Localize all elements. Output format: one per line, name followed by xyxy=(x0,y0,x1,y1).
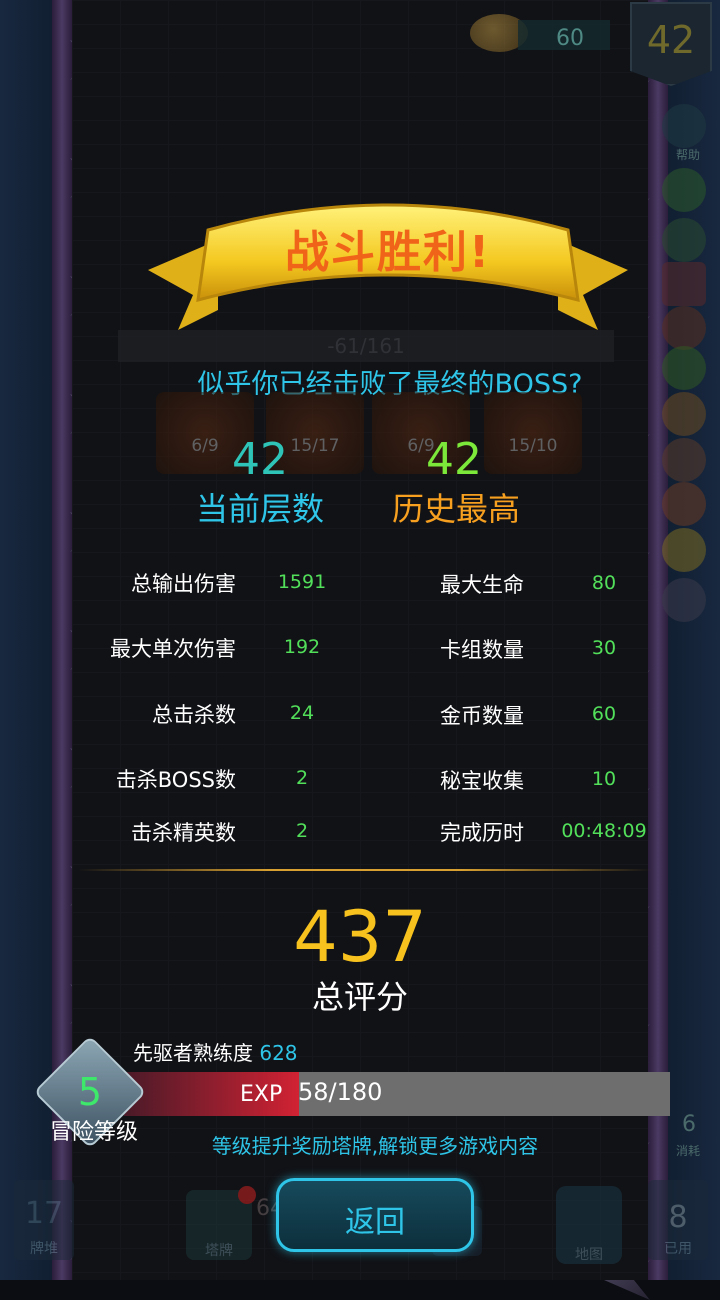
mastery-value: 628 xyxy=(259,1041,298,1065)
current-floor-value: 42 xyxy=(232,434,288,485)
victory-title: 战斗胜利! xyxy=(284,227,492,278)
stat-value-deck-size: 30 xyxy=(591,637,617,659)
stat-value-max-hp: 80 xyxy=(591,572,617,594)
deck-count: 17 xyxy=(24,1196,64,1231)
boot-icon[interactable] xyxy=(662,482,706,526)
stat-value-time: 00:48:09 xyxy=(561,820,647,842)
help-label: 帮助 xyxy=(675,148,700,162)
floor-number: 42 xyxy=(646,18,696,62)
stat-label-relics: 秘宝收集 xyxy=(440,769,524,793)
mastery: 先驱者熟练度 628 xyxy=(133,1037,298,1066)
mastery-label: 先驱者熟练度 xyxy=(133,1041,253,1065)
relic-icon-3[interactable] xyxy=(662,262,706,306)
used-label: 已用 xyxy=(664,1241,692,1257)
stat-label-elite-kills: 击杀精英数 xyxy=(131,821,236,845)
stat-value-gold: 60 xyxy=(591,703,617,725)
stat-label-total-damage: 总输出伤害 xyxy=(131,572,236,596)
stat-label-deck-size: 卡组数量 xyxy=(440,638,524,662)
total-score-label: 总评分 xyxy=(311,978,408,1016)
current-floor-label: 当前层数 xyxy=(195,490,324,528)
level-value: 5 xyxy=(77,1070,103,1114)
stat-label-max-hit: 最大单次伤害 xyxy=(110,637,236,661)
relic-icon-2[interactable] xyxy=(662,218,706,262)
stat-label-gold: 金币数量 xyxy=(440,704,524,728)
relic-icon-4[interactable] xyxy=(662,306,706,350)
victory-banner: 战斗胜利! xyxy=(148,190,628,340)
tower-card-button[interactable]: 塔牌 xyxy=(186,1186,256,1260)
deck-label: 牌堆 xyxy=(30,1241,58,1257)
best-floor-value: 42 xyxy=(426,434,482,485)
help-icon[interactable] xyxy=(662,104,706,148)
gold-value: 60 xyxy=(556,26,584,51)
stat-value-relics: 10 xyxy=(591,768,617,790)
notification-dot-icon xyxy=(238,1186,256,1204)
best-floor-label: 历史最高 xyxy=(391,490,520,528)
floor-badge: 42 xyxy=(630,2,712,86)
relic-icon-6[interactable] xyxy=(662,438,706,482)
stat-label-time: 完成历时 xyxy=(440,821,524,845)
total-score-value: 437 xyxy=(293,896,427,978)
unlock-hint: 等级提升奖励塔牌,解锁更多游戏内容 xyxy=(211,1134,539,1158)
map-button[interactable]: 地图 xyxy=(556,1186,622,1264)
gold-counter: 60 xyxy=(470,10,610,52)
divider xyxy=(78,869,652,871)
exp-text: 58/180 xyxy=(298,1078,383,1106)
back-button-label: 返回 xyxy=(345,1205,405,1240)
map-label: 地图 xyxy=(575,1247,603,1263)
hp-bar: -61/161 xyxy=(118,330,614,362)
stat-label-boss-kills: 击杀BOSS数 xyxy=(115,768,236,792)
exp-tag: EXP xyxy=(240,1082,283,1107)
back-button[interactable]: 返回 xyxy=(276,1178,474,1252)
hp-text: -61/161 xyxy=(327,334,405,358)
used-pile[interactable]: 8 已用 xyxy=(648,1180,708,1260)
compass-icon[interactable] xyxy=(662,578,706,622)
egg-icon[interactable] xyxy=(662,528,706,572)
stat-label-kills: 总击杀数 xyxy=(152,703,236,727)
relic-icon-1[interactable] xyxy=(662,168,706,212)
stat-label-max-hp: 最大生命 xyxy=(440,573,524,597)
deck-pile[interactable]: 17 牌堆 xyxy=(14,1180,74,1260)
used-count: 8 xyxy=(668,1200,688,1235)
tower-card-label: 塔牌 xyxy=(205,1243,233,1259)
